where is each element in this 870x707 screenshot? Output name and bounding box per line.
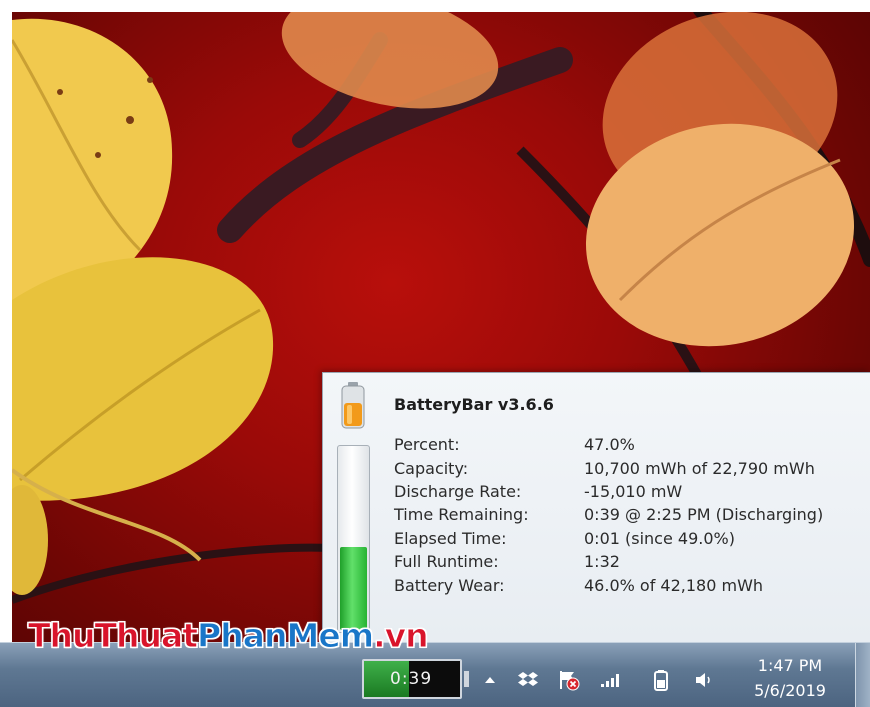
watermark-part-3: .vn (373, 616, 430, 656)
stat-label: Time Remaining: (394, 505, 529, 525)
stat-label: Capacity: (394, 458, 469, 478)
stat-value: -15,010 mW (584, 481, 683, 501)
stat-row-full-runtime: Full Runtime: 1:32 (394, 550, 864, 573)
show-desktop-button[interactable] (855, 643, 870, 707)
battery-stats: Percent: 47.0% Capacity: 10,700 mWh of 2… (394, 433, 864, 597)
battery-app-icon (341, 382, 365, 429)
taskbar-clock[interactable]: 1:47 PM 5/6/2019 (735, 653, 845, 703)
action-center-flag-icon[interactable] (558, 669, 580, 691)
batterybar-popup: BatteryBar v3.6.6 Percent: 47.0% Capacit… (322, 372, 870, 642)
popup-title: BatteryBar v3.6.6 (394, 395, 554, 414)
stat-label: Percent: (394, 435, 460, 455)
stat-value: 47.0% (584, 435, 635, 455)
stat-label: Elapsed Time: (394, 528, 507, 548)
stat-value: 10,700 mWh of 22,790 mWh (584, 458, 815, 478)
window-frame-top (0, 0, 870, 12)
watermark-part-2: PhanMem (197, 616, 375, 656)
batterybar-meter[interactable]: 0:39 (362, 659, 462, 699)
battery-icon[interactable] (650, 669, 672, 691)
stat-value: 0:39 @ 2:25 PM (Discharging) (584, 505, 824, 525)
stat-label: Battery Wear: (394, 575, 505, 595)
stat-row-discharge-rate: Discharge Rate: -15,010 mW (394, 480, 864, 503)
stat-value: 46.0% of 42,180 mWh (584, 575, 764, 595)
stat-row-percent: Percent: 47.0% (394, 433, 864, 456)
stat-value: 1:32 (584, 552, 620, 572)
batterybar-time: 0:39 (390, 669, 433, 689)
clock-date: 5/6/2019 (754, 681, 826, 700)
battery-level-gauge (337, 445, 370, 633)
stat-row-elapsed-time: Elapsed Time: 0:01 (since 49.0%) (394, 527, 864, 550)
stat-label: Discharge Rate: (394, 481, 522, 501)
stat-row-time-remaining: Time Remaining: 0:39 @ 2:25 PM (Discharg… (394, 503, 864, 526)
stat-row-capacity: Capacity: 10,700 mWh of 22,790 mWh (394, 456, 864, 479)
stat-row-battery-wear: Battery Wear: 46.0% of 42,180 mWh (394, 573, 864, 596)
window-frame-left (0, 0, 12, 707)
dropbox-icon[interactable] (517, 669, 539, 691)
show-hidden-icons-icon[interactable] (479, 669, 501, 691)
clock-time: 1:47 PM (757, 656, 823, 675)
volume-icon[interactable] (693, 669, 715, 691)
watermark-part-1: ThuThuat (27, 616, 198, 656)
watermark-logo: ThuThuatPhanMem.vn (27, 616, 430, 656)
batterybar-nub (464, 671, 469, 687)
stat-label: Full Runtime: (394, 552, 499, 572)
network-signal-icon[interactable] (600, 669, 622, 691)
stat-value: 0:01 (since 49.0%) (584, 528, 735, 548)
